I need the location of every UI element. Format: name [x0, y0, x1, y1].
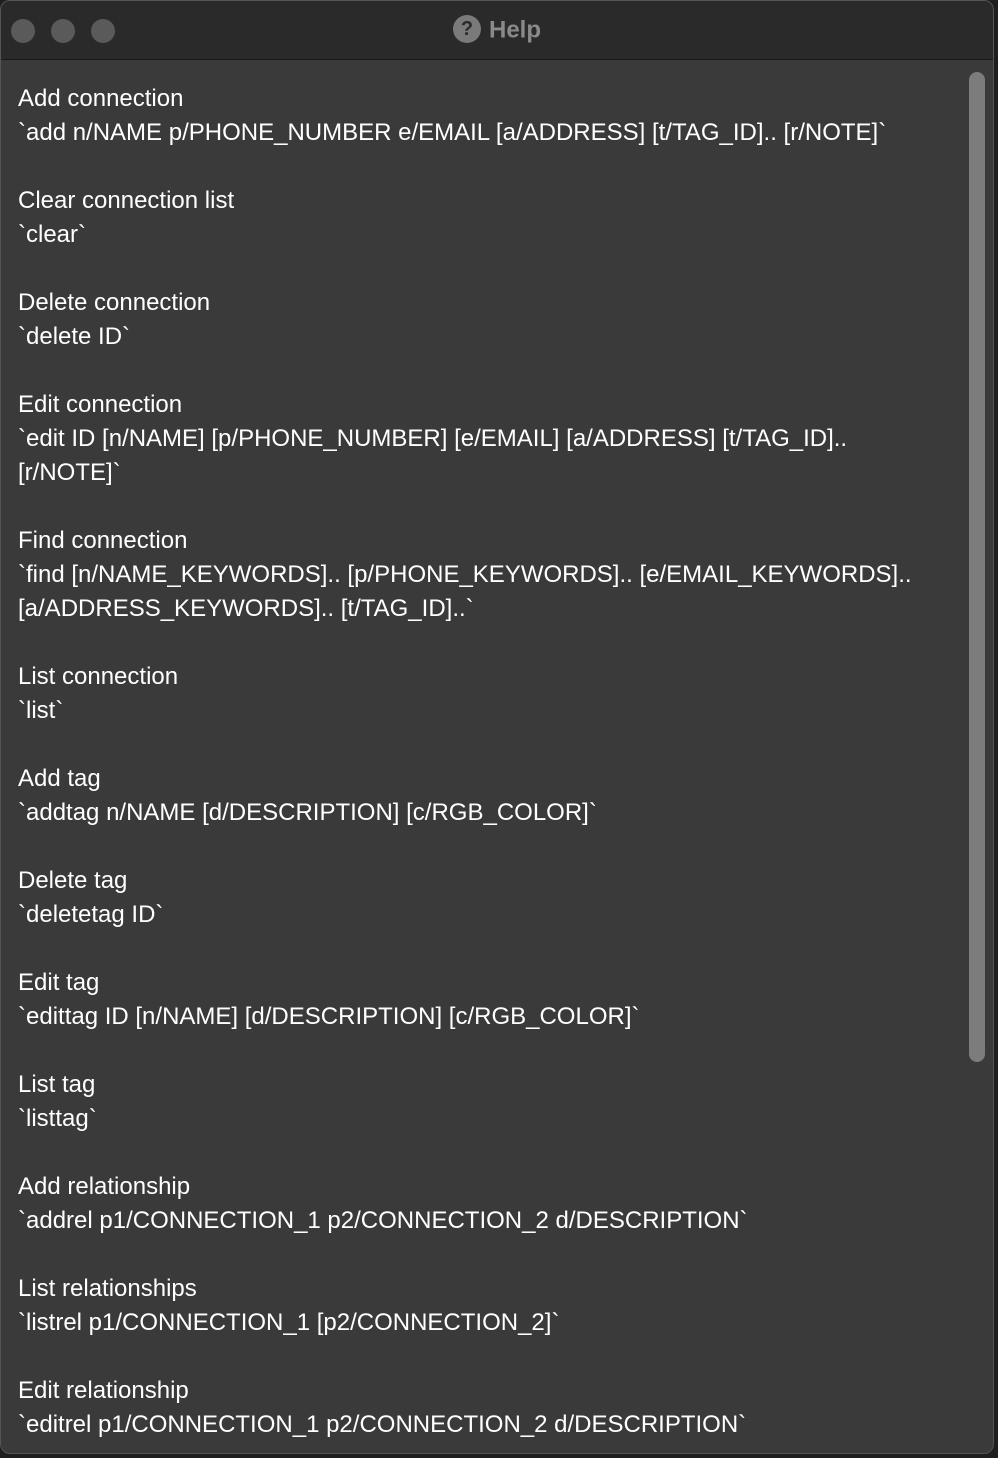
window-title: ? Help — [1, 14, 993, 47]
command-entry: List relationships `listrel p1/CONNECTIO… — [18, 1272, 938, 1340]
command-title: Add relationship — [18, 1173, 191, 1200]
command-entry: List tag `listtag` — [18, 1068, 938, 1136]
command-title: Delete tag — [18, 867, 128, 894]
command-entry: Edit relationship `editrel p1/CONNECTION… — [18, 1374, 938, 1442]
command-title: Edit relationship — [18, 1377, 189, 1404]
command-title: Find connection — [18, 527, 188, 554]
command-syntax: `edit ID [n/NAME] [p/PHONE_NUMBER] [e/EM… — [18, 425, 854, 486]
command-title: List connection — [18, 663, 179, 690]
command-syntax: `delete ID` — [18, 323, 131, 350]
command-title: Edit tag — [18, 969, 100, 996]
command-syntax: `listrel p1/CONNECTION_1 [p2/CONNECTION_… — [18, 1309, 560, 1336]
command-entry: Delete connection `delete ID` — [18, 286, 938, 354]
help-content[interactable]: Add connection `add n/NAME p/PHONE_NUMBE… — [1, 60, 993, 1453]
help-window: ? Help Add connection `add n/NAME p/PHONE… — [0, 0, 994, 1454]
question-mark-icon: ? — [452, 14, 481, 43]
command-entry: Add tag `addtag n/NAME [d/DESCRIPTION] [… — [18, 762, 938, 830]
command-entry: List connection `list` — [18, 660, 938, 728]
command-entry: Edit tag `edittag ID [n/NAME] [d/DESCRIP… — [18, 966, 938, 1034]
command-list: Add connection `add n/NAME p/PHONE_NUMBE… — [18, 82, 938, 1453]
command-syntax: `add n/NAME p/PHONE_NUMBER e/EMAIL [a/AD… — [18, 119, 887, 146]
command-entry: Add connection `add n/NAME p/PHONE_NUMBE… — [18, 82, 938, 150]
command-entry: Add relationship `addrel p1/CONNECTION_1… — [18, 1170, 938, 1238]
command-title: Edit connection — [18, 391, 183, 418]
command-syntax: `deletetag ID` — [18, 901, 164, 928]
command-syntax: `edittag ID [n/NAME] [d/DESCRIPTION] [c/… — [18, 1003, 640, 1030]
command-syntax: `listtag` — [18, 1105, 97, 1132]
command-syntax: `find [n/NAME_KEYWORDS].. [p/PHONE_KEYWO… — [18, 561, 919, 622]
command-entry: Edit connection `edit ID [n/NAME] [p/PHO… — [18, 388, 938, 490]
command-title: Delete connection — [18, 289, 211, 316]
command-entry: Delete tag `deletetag ID` — [18, 864, 938, 932]
command-title: List relationships — [18, 1275, 197, 1302]
vertical-scrollbar[interactable] — [965, 68, 987, 1445]
command-syntax: `addtag n/NAME [d/DESCRIPTION] [c/RGB_CO… — [18, 799, 597, 826]
scrollbar-thumb[interactable] — [969, 72, 985, 1062]
command-entry: Clear connection list `clear` — [18, 184, 938, 252]
command-entry: Find connection `find [n/NAME_KEYWORDS].… — [18, 524, 938, 626]
window-title-text: Help — [488, 16, 541, 44]
command-syntax: `clear` — [18, 221, 87, 248]
command-title: Add tag — [18, 765, 101, 792]
command-title: Clear connection list — [18, 187, 235, 214]
command-syntax: `addrel p1/CONNECTION_1 p2/CONNECTION_2 … — [18, 1207, 748, 1234]
command-title: Add connection — [18, 85, 184, 112]
command-syntax: `list` — [18, 697, 64, 724]
title-bar[interactable]: ? Help — [1, 1, 993, 60]
command-syntax: `editrel p1/CONNECTION_1 p2/CONNECTION_2… — [18, 1411, 747, 1438]
command-title: List tag — [18, 1071, 96, 1098]
